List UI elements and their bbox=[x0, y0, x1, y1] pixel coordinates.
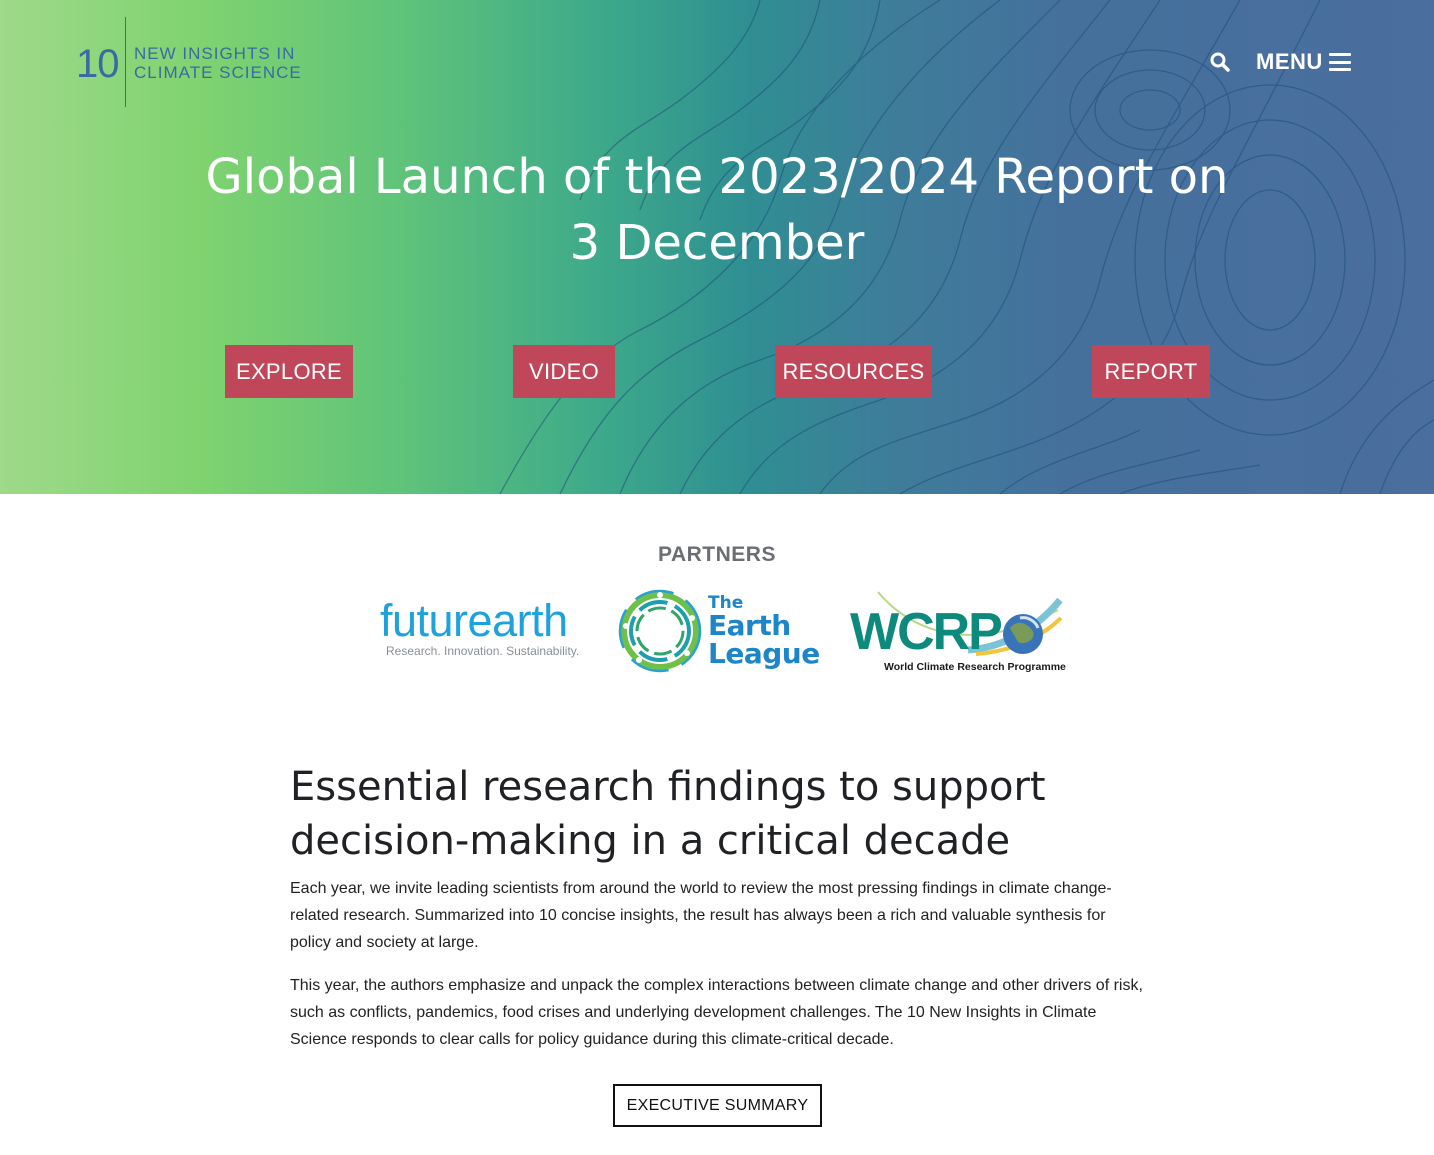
futurearth-wordmark: futurearth bbox=[380, 595, 568, 646]
earth-league-logo[interactable]: The Earth League bbox=[617, 587, 822, 677]
site-logo[interactable]: 10 NEW INSIGHTS IN CLIMATE SCIENCE bbox=[76, 16, 302, 108]
wcrp-subtitle: World Climate Research Programme bbox=[884, 661, 1066, 673]
resources-button[interactable]: RESOURCES bbox=[775, 345, 932, 398]
logo-divider bbox=[124, 17, 126, 107]
earth-league-line-2: Earth bbox=[708, 609, 791, 642]
earth-league-ring-icon bbox=[618, 589, 702, 673]
hamburger-menu-icon bbox=[1328, 53, 1351, 71]
section-title: Essential research findings to support d… bbox=[290, 764, 1046, 864]
executive-summary-button[interactable]: EXECUTIVE SUMMARY bbox=[613, 1084, 822, 1127]
hero-title: Global Launch of the 2023/2024 Report on… bbox=[205, 149, 1229, 271]
intro-paragraph-2: This year, the authors emphasize and unp… bbox=[290, 977, 1143, 1048]
futurearth-tagline: Research. Innovation. Sustainability. bbox=[386, 644, 580, 658]
wcrp-wordmark: WCRP bbox=[850, 603, 1003, 661]
wcrp-logo[interactable]: WCRP World Climate Research Programme bbox=[848, 588, 1066, 678]
hero-banner: 10 NEW INSIGHTS IN CLIMATE SCIENCE MENU … bbox=[0, 0, 1434, 494]
menu-label: MENU bbox=[1256, 49, 1323, 74]
futurearth-logo[interactable]: futurearth Research. Innovation. Sustain… bbox=[380, 596, 585, 666]
logo-text: NEW INSIGHTS IN CLIMATE SCIENCE bbox=[134, 44, 302, 82]
explore-button[interactable]: EXPLORE bbox=[225, 345, 353, 398]
logo-line-2: CLIMATE SCIENCE bbox=[134, 63, 302, 82]
search-icon[interactable] bbox=[1208, 50, 1232, 74]
logo-number: 10 bbox=[76, 42, 119, 86]
intro-paragraph-1: Each year, we invite leading scientists … bbox=[290, 880, 1112, 951]
earth-league-line-3: League bbox=[708, 637, 820, 670]
partners-heading: PARTNERS bbox=[658, 543, 776, 566]
earth-league-text: The Earth League bbox=[708, 595, 820, 668]
menu-button[interactable]: MENU bbox=[1256, 47, 1351, 77]
logo-line-1: NEW INSIGHTS IN bbox=[134, 44, 296, 63]
report-button[interactable]: REPORT bbox=[1092, 345, 1210, 398]
video-button[interactable]: VIDEO bbox=[513, 345, 615, 398]
